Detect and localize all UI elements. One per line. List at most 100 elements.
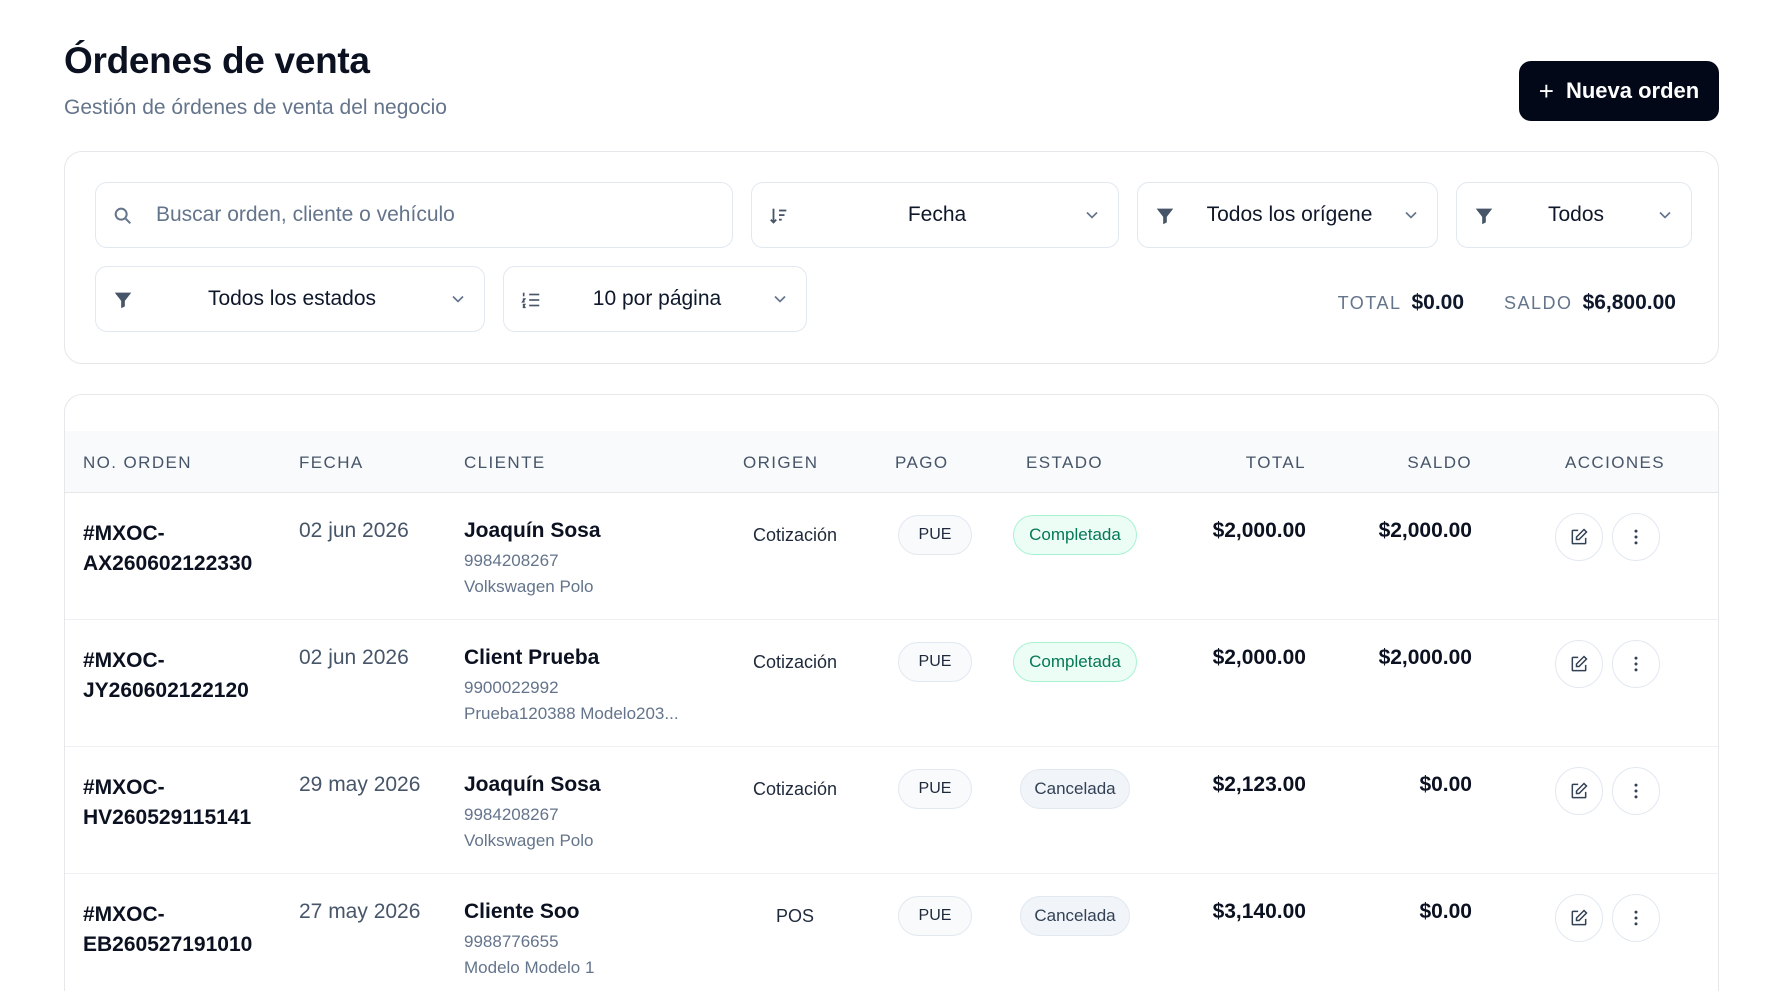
- order-saldo: $0.00: [1419, 773, 1472, 796]
- edit-button[interactable]: [1555, 894, 1603, 942]
- column-header[interactable]: PAGO: [895, 453, 948, 473]
- order-date: 02 jun 2026: [299, 646, 409, 669]
- column-header[interactable]: CLIENTE: [464, 453, 546, 473]
- chevron-down-icon: [452, 295, 464, 303]
- more-actions-button[interactable]: [1612, 513, 1660, 561]
- payment-badge: PUE: [898, 896, 972, 936]
- order-number[interactable]: #MXOC- AX260602122330: [83, 519, 252, 579]
- origin-value: Todos los orígene: [1206, 203, 1373, 226]
- search-icon: [114, 207, 132, 225]
- new-order-label: Nueva orden: [1565, 78, 1700, 103]
- origin-filter[interactable]: Todos los orígene: [1137, 182, 1438, 248]
- column-header[interactable]: ESTADO: [1026, 453, 1103, 473]
- payment-badge: PUE: [898, 515, 972, 555]
- more-actions-button[interactable]: [1612, 640, 1660, 688]
- order-date: 27 may 2026: [299, 900, 421, 923]
- page-size-value: 10 por página: [592, 287, 722, 310]
- filter-icon: [1156, 208, 1174, 225]
- order-number-prefix: #MXOC-: [83, 776, 165, 799]
- order-origin: Cotización: [752, 779, 838, 799]
- edit-button[interactable]: [1555, 767, 1603, 815]
- column-header[interactable]: TOTAL: [1246, 453, 1306, 473]
- chevron-down-icon: [1659, 211, 1671, 219]
- more-vertical-icon: [1634, 783, 1638, 799]
- chevron-down-icon: [1405, 211, 1417, 219]
- plus-icon: +: [1538, 76, 1554, 106]
- edit-button[interactable]: [1555, 513, 1603, 561]
- status-badge: Cancelada: [1020, 769, 1130, 809]
- order-number-prefix: #MXOC-: [83, 903, 165, 926]
- order-origin: Cotización: [752, 652, 838, 672]
- order-saldo: $2,000.00: [1378, 519, 1472, 542]
- page-subtitle: Gestión de órdenes de venta del negocio: [64, 96, 447, 119]
- filter-icon: [1475, 208, 1493, 225]
- payment-badge: PUE: [898, 642, 972, 682]
- edit-icon: [1571, 528, 1588, 545]
- order-number-code: EB260527191010: [83, 933, 253, 956]
- client-phone: 9984208267: [464, 551, 559, 570]
- type-value: Todos: [1547, 203, 1605, 226]
- type-filter[interactable]: Todos: [1456, 182, 1692, 248]
- order-origin: POS: [775, 906, 814, 926]
- order-saldo: $0.00: [1419, 900, 1472, 923]
- column-header[interactable]: SALDO: [1407, 453, 1472, 473]
- order-total: $2,000.00: [1212, 519, 1306, 542]
- client-phone: 9984208267: [464, 805, 559, 824]
- order-total: $2,123.00: [1212, 773, 1306, 796]
- table-row[interactable]: #MXOC- AX260602122330 02 jun 2026 Joaquín…: [65, 493, 1718, 620]
- new-order-button[interactable]: + Nueva orden: [1519, 61, 1719, 121]
- filters-panel: Buscar orden, cliente o vehículo Fecha T…: [64, 151, 1719, 364]
- saldo-label: SALDO: [1504, 293, 1573, 313]
- column-header[interactable]: FECHA: [299, 453, 364, 473]
- order-total: $2,000.00: [1212, 646, 1306, 669]
- order-number-code: AX260602122330: [83, 552, 253, 575]
- more-vertical-icon: [1634, 656, 1638, 672]
- client-phone: 9900022992: [464, 678, 559, 697]
- column-header: ACCIONES: [1565, 453, 1665, 472]
- order-number[interactable]: #MXOC- HV260529115141: [83, 773, 251, 833]
- table-header: NO. ORDEN FECHA CLIENTE ORIGEN PAGO ESTA…: [65, 431, 1718, 493]
- status-value: Todos los estados: [207, 287, 377, 310]
- more-actions-button[interactable]: [1612, 767, 1660, 815]
- status-badge: Cancelada: [1020, 896, 1130, 936]
- order-number-code: JY260602122120: [83, 679, 249, 702]
- edit-icon: [1571, 655, 1588, 672]
- page-header: Órdenes de venta Gestión de órdenes de v…: [64, 40, 1719, 130]
- chevron-down-icon: [774, 295, 786, 303]
- order-date: 29 may 2026: [299, 773, 421, 796]
- table-row[interactable]: #MXOC- EB260527191010 27 may 2026 Cliente…: [65, 874, 1718, 991]
- search-placeholder: Buscar orden, cliente o vehículo: [156, 203, 455, 226]
- client-name: Cliente Soo: [464, 900, 580, 923]
- chevron-down-icon: [1086, 211, 1098, 219]
- column-header[interactable]: ORIGEN: [743, 453, 818, 473]
- order-number[interactable]: #MXOC- EB260527191010: [83, 900, 252, 960]
- client-name: Joaquín Sosa: [464, 519, 601, 542]
- order-number-prefix: #MXOC-: [83, 522, 165, 545]
- more-vertical-icon: [1634, 910, 1638, 926]
- filter-icon: [114, 292, 132, 309]
- order-number-prefix: #MXOC-: [83, 649, 165, 672]
- edit-icon: [1571, 782, 1588, 799]
- sort-icon: [770, 208, 787, 224]
- client-vehicle: Volkswagen Polo: [464, 831, 594, 850]
- order-number[interactable]: #MXOC- JY260602122120: [83, 646, 249, 706]
- more-vertical-icon: [1634, 529, 1638, 545]
- client-name: Client Prueba: [464, 646, 600, 669]
- order-total: $3,140.00: [1212, 900, 1306, 923]
- status-filter[interactable]: Todos los estados: [95, 266, 485, 332]
- client-info: Client Prueba 9900022992 Prueba120388 Mode…: [464, 646, 679, 724]
- more-actions-button[interactable]: [1612, 894, 1660, 942]
- payment-badge: PUE: [898, 769, 972, 809]
- table-row[interactable]: #MXOC- HV260529115141 29 may 2026 Joaquín…: [65, 747, 1718, 874]
- search-input[interactable]: Buscar orden, cliente o vehículo: [95, 182, 733, 248]
- order-date: 02 jun 2026: [299, 519, 409, 542]
- column-header[interactable]: NO. ORDEN: [83, 453, 192, 473]
- client-info: Joaquín Sosa 9984208267 Volkswagen Polo: [464, 773, 601, 851]
- page-size-select[interactable]: 10 por página: [503, 266, 807, 332]
- totals-summary: TOTAL $0.00 SALDO $6,800.00: [1338, 291, 1676, 315]
- orders-table: NO. ORDEN FECHA CLIENTE ORIGEN PAGO ESTA…: [64, 394, 1719, 991]
- edit-button[interactable]: [1555, 640, 1603, 688]
- sort-select[interactable]: Fecha: [751, 182, 1119, 248]
- table-row[interactable]: #MXOC- JY260602122120 02 jun 2026 Client …: [65, 620, 1718, 747]
- client-vehicle: Volkswagen Polo: [464, 577, 594, 596]
